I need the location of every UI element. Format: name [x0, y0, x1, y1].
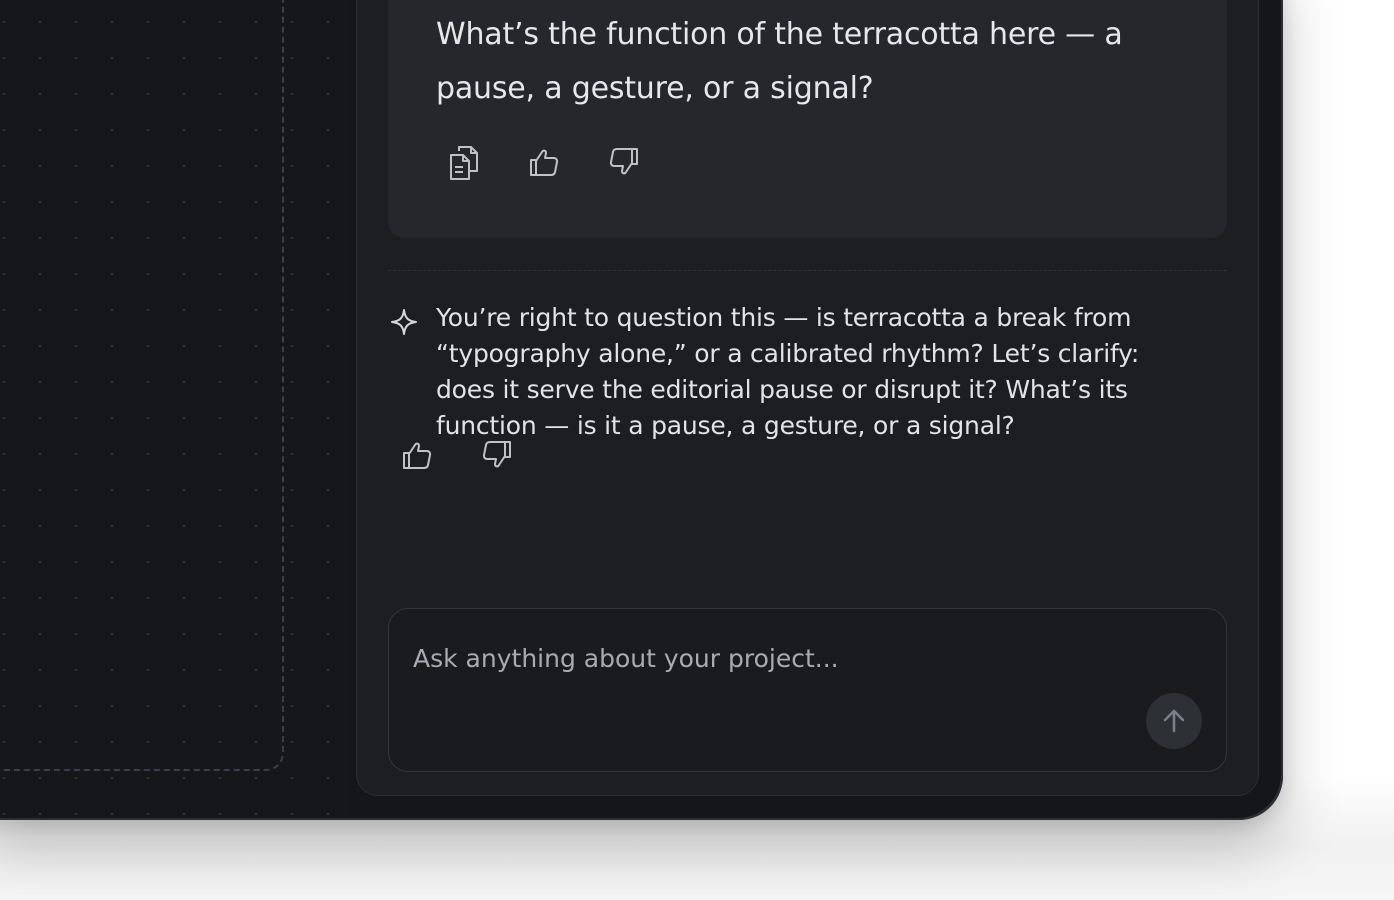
sparkle-icon [391, 309, 417, 335]
artboard-frame[interactable] [0, 0, 284, 771]
thumbs-up-icon [530, 149, 559, 176]
chat-panel: What’s the function of the terracotta he… [356, 0, 1259, 796]
user-message-text: What’s the function of the terracotta he… [436, 17, 1123, 106]
thumbs-down-icon [482, 441, 511, 468]
dislike-button[interactable] [608, 142, 688, 182]
send-button[interactable] [1146, 693, 1202, 749]
chat-input[interactable] [411, 635, 1115, 681]
thumbs-down-icon [609, 148, 638, 175]
assistant-message-actions [401, 435, 561, 475]
dislike-button[interactable] [481, 435, 561, 475]
app-window: What’s the function of the terracotta he… [0, 0, 1283, 820]
like-button[interactable] [528, 142, 608, 182]
user-message: What’s the function of the terracotta he… [388, 0, 1227, 238]
assistant-message-text: You’re right to question this — is terra… [436, 303, 1140, 440]
thumbs-up-icon [403, 442, 432, 469]
message-divider [388, 270, 1227, 271]
chat-composer [388, 608, 1227, 772]
design-canvas[interactable] [0, 0, 350, 820]
user-message-actions [448, 142, 688, 182]
like-button[interactable] [401, 435, 481, 475]
copy-button[interactable] [448, 142, 528, 182]
arrow-up-icon [1163, 709, 1185, 733]
copy-icon [450, 146, 478, 180]
